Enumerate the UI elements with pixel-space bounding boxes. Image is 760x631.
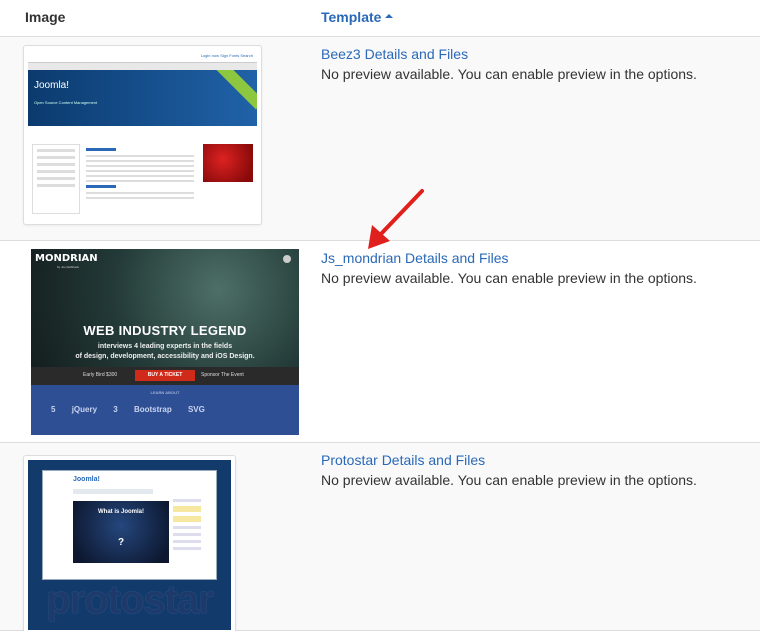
thumb-headline: WEB INDUSTRY LEGEND: [83, 323, 247, 338]
preview-message: No preview available. You can enable pre…: [321, 472, 697, 488]
template-thumbnail: Joomla! What is Joomla! ? protostar: [23, 455, 236, 631]
thumb-brand-sub: by JoomlaShack: [57, 265, 80, 269]
thumb-brand: MONDRIAN: [35, 253, 98, 264]
table-row: Login now Sign Fonts Search Joomla! Open…: [0, 37, 760, 241]
preview-message: No preview available. You can enable pre…: [321, 66, 697, 82]
thumb-early-bird: Early Bird $300: [83, 372, 118, 378]
protostar-thumbnail-image: Joomla! What is Joomla! ? protostar: [28, 460, 231, 630]
protostar-details-link[interactable]: Protostar Details and Files: [321, 452, 485, 468]
preview-message: No preview available. You can enable pre…: [321, 270, 697, 286]
table-row: MONDRIAN by JoomlaShack WEB INDUSTRY LEG…: [0, 241, 760, 443]
thumb-techs: 5 jQuery 3 Bootstrap SVG: [51, 405, 219, 414]
thumb-logo: Joomla!: [34, 80, 70, 91]
thumb-top-links: Login now Sign Fonts Search: [200, 53, 253, 58]
gear-icon: [283, 255, 291, 263]
sort-ascending-icon: [385, 14, 394, 19]
thumb-learn: LEARN ABOUT: [150, 390, 180, 395]
mondrian-thumbnail-image: MONDRIAN by JoomlaShack WEB INDUSTRY LEG…: [31, 249, 299, 435]
jquery-logo: jQuery: [71, 405, 98, 414]
thumb-tagline: Open Source Content Management: [34, 100, 98, 105]
thumb-ticket-button: BUY A TICKET: [135, 370, 195, 381]
html5-icon: 5: [51, 405, 56, 414]
template-thumbnail: Login now Sign Fonts Search Joomla! Open…: [23, 45, 262, 225]
beez3-details-link[interactable]: Beez3 Details and Files: [321, 46, 468, 62]
thumb-logo: Joomla!: [73, 476, 100, 483]
thumb-line1: interviews 4 leading experts in the fiel…: [97, 343, 233, 350]
bootstrap-logo: Bootstrap: [133, 405, 172, 414]
thumb-line2: of design, development, accessibility an…: [75, 353, 255, 360]
templates-table: Image Template Login now Sign Fonts Sear…: [0, 0, 760, 631]
thumb-word: protostar: [46, 578, 214, 622]
image-column-header: Image: [25, 9, 66, 25]
table-header: Image Template: [0, 0, 760, 37]
template-column-label[interactable]: Template: [321, 9, 381, 25]
svg-logo: SVG: [187, 405, 205, 414]
beez3-thumbnail-image: Login now Sign Fonts Search Joomla! Open…: [28, 50, 257, 220]
css3-icon: 3: [113, 405, 118, 414]
template-thumbnail: MONDRIAN by JoomlaShack WEB INDUSTRY LEG…: [31, 249, 299, 435]
thumb-question: ?: [117, 537, 125, 548]
table-row: Joomla! What is Joomla! ? protostar Prot…: [0, 443, 760, 631]
thumb-video-title: What is Joomla!: [97, 509, 144, 515]
thumb-sponsor: Sponsor The Event: [201, 372, 244, 378]
template-column-header[interactable]: Template: [321, 9, 394, 25]
js-mondrian-details-link[interactable]: Js_mondrian Details and Files: [321, 250, 509, 266]
